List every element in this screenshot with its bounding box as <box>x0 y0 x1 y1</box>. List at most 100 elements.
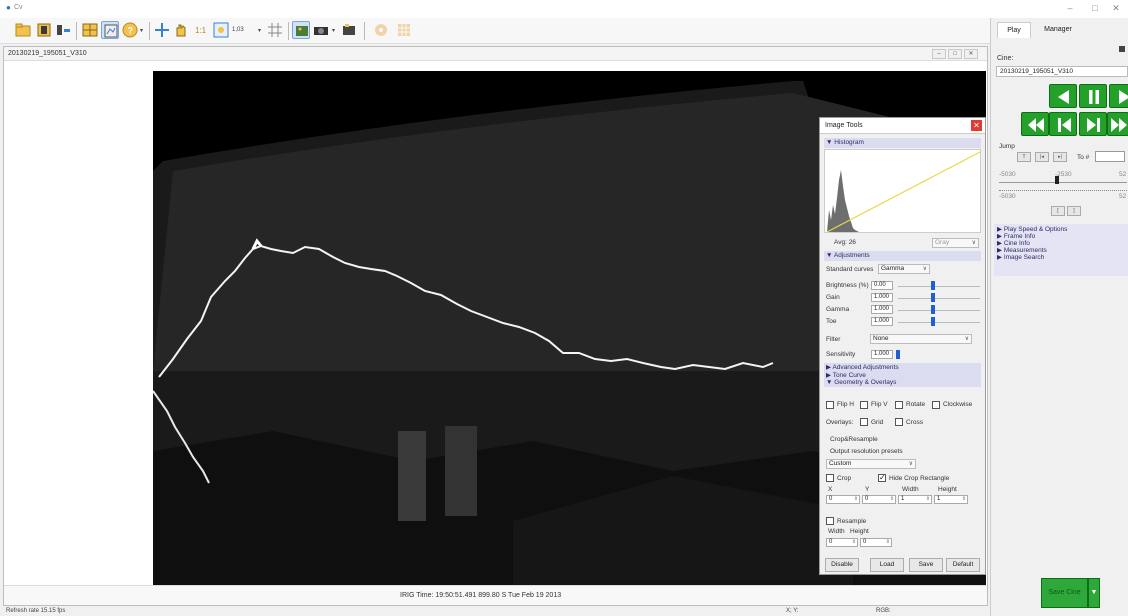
toe-input[interactable]: 1.000 <box>871 317 893 326</box>
filter-select[interactable]: None ∨ <box>870 334 972 344</box>
histogram-section-header[interactable]: ▼ Histogram <box>824 138 981 148</box>
dropdown-arrow-icon[interactable]: ▾ <box>140 27 143 34</box>
resample-width-input[interactable]: 0 ⇳ <box>826 538 858 547</box>
pan-hand-icon[interactable] <box>172 21 190 39</box>
jump-to-input[interactable] <box>1095 151 1125 162</box>
settings-gear-icon[interactable] <box>372 21 390 39</box>
standard-curves-value: Gamma <box>881 265 905 272</box>
image-tools-close-button[interactable]: ✕ <box>971 120 982 131</box>
save-cine-button[interactable]: Save Cine <box>1041 578 1088 608</box>
toe-slider-thumb[interactable] <box>931 317 935 326</box>
geometry-overlays-header[interactable]: ▼ Geometry & Overlays <box>826 379 896 386</box>
default-button[interactable]: Default <box>946 558 980 572</box>
flip-v-checkbox[interactable] <box>860 401 868 409</box>
resample-height-input[interactable]: 0 ⇳ <box>860 538 892 547</box>
jump-trigger-button[interactable]: T <box>1017 152 1031 162</box>
frame-range-slider-thumb[interactable] <box>1055 176 1059 184</box>
grid-settings-icon[interactable] <box>395 21 413 39</box>
spinner-arrows-icon[interactable]: ⇳ <box>962 496 966 503</box>
cross-checkbox[interactable] <box>895 418 903 426</box>
film-strip-icon[interactable] <box>35 21 53 39</box>
grid-overlay-icon[interactable] <box>266 21 284 39</box>
brightness-slider-thumb[interactable] <box>931 281 935 290</box>
tone-curve-header[interactable]: ▶ Tone Curve <box>826 371 866 379</box>
pin-icon[interactable] <box>1119 46 1125 52</box>
crop-checkbox[interactable] <box>826 474 834 482</box>
dropdown-arrow-icon[interactable]: ▾ <box>258 27 261 34</box>
output-preset-select[interactable]: Custom ∨ <box>826 459 916 469</box>
play-forward-button[interactable] <box>1109 84 1128 108</box>
fast-forward-button[interactable] <box>1107 112 1128 136</box>
mark-out-button[interactable]: ] <box>1067 206 1081 216</box>
jump-start-button[interactable]: |◂ <box>1035 152 1049 162</box>
minimize-button[interactable]: – <box>1060 1 1080 15</box>
image-tools-icon[interactable] <box>101 21 119 39</box>
save-cine-dropdown-icon[interactable]: ▼ <box>1088 578 1100 608</box>
frame-range-slider[interactable] <box>999 182 1127 183</box>
cine-select[interactable]: 20130219_195051_V310 <box>996 66 1128 77</box>
image-view-icon[interactable] <box>292 21 310 39</box>
crop-y-input[interactable]: 0 ⇳ <box>862 495 896 504</box>
adjustments-section-header[interactable]: ▼ Adjustments <box>824 251 981 261</box>
gamma-slider[interactable] <box>898 310 980 311</box>
crop-width-input[interactable]: 1 ⇳ <box>898 495 932 504</box>
sensitivity-input[interactable]: 1.000 <box>871 350 893 359</box>
grid-checkbox[interactable] <box>860 418 868 426</box>
load-button[interactable]: Load <box>870 558 904 572</box>
brightness-input[interactable]: 0.00 <box>871 281 893 290</box>
dropdown-arrow-icon[interactable]: ▾ <box>332 27 335 34</box>
gamma-slider-thumb[interactable] <box>931 305 935 314</box>
spinner-arrows-icon[interactable]: ⇳ <box>854 496 858 503</box>
help-icon[interactable]: ? <box>121 21 139 39</box>
close-window-button[interactable]: ✕ <box>1106 1 1126 15</box>
flip-h-checkbox[interactable] <box>826 401 834 409</box>
spinner-arrows-icon[interactable]: ⇳ <box>890 496 894 503</box>
tree-image-search[interactable]: ▶ Image Search <box>997 253 1044 261</box>
grid-layout-icon[interactable] <box>81 21 99 39</box>
spinner-arrows-icon[interactable]: ⇳ <box>886 539 890 546</box>
gamma-input[interactable]: 1.000 <box>871 305 893 314</box>
crop-height-label: Height <box>938 486 957 493</box>
sensitivity-slider-thumb[interactable] <box>896 350 900 359</box>
fit-zoom-icon[interactable] <box>212 21 230 39</box>
crop-x-input[interactable]: 0 ⇳ <box>826 495 860 504</box>
zoom-value: 1,03 <box>232 27 244 33</box>
capture-icon[interactable] <box>340 21 358 39</box>
fast-reverse-button[interactable] <box>1021 112 1049 136</box>
save-button[interactable]: Save <box>909 558 943 572</box>
jump-end-button[interactable]: ▸| <box>1053 152 1067 162</box>
hide-crop-rectangle-checkbox[interactable] <box>878 473 886 482</box>
pause-button[interactable] <box>1079 84 1107 108</box>
gain-slider[interactable] <box>898 298 980 299</box>
doc-restore-button[interactable]: □ <box>948 49 962 59</box>
gain-slider-thumb[interactable] <box>931 293 935 302</box>
open-folder-icon[interactable] <box>14 21 32 39</box>
histogram-channel-select[interactable]: Gray ∨ <box>932 238 979 248</box>
toe-slider[interactable] <box>898 322 980 323</box>
mark-in-button[interactable]: [ <box>1051 206 1065 216</box>
camera-icon[interactable] <box>312 21 330 39</box>
crop-height-input[interactable]: 1 ⇳ <box>934 495 968 504</box>
tab-manager[interactable]: Manager <box>1033 22 1083 38</box>
advanced-adjustments-header[interactable]: ▶ Advanced Adjustments <box>826 363 899 371</box>
frames-icon[interactable] <box>55 21 73 39</box>
brightness-slider[interactable] <box>898 286 980 287</box>
crosshair-icon[interactable] <box>153 21 171 39</box>
doc-minimize-button[interactable]: – <box>932 49 946 59</box>
timeline-track[interactable] <box>999 186 1127 191</box>
maximize-button[interactable]: □ <box>1085 1 1105 15</box>
disable-button[interactable]: Disable <box>825 558 859 572</box>
one-to-one-zoom-icon[interactable]: 1:1 <box>193 21 211 39</box>
spinner-arrows-icon[interactable]: ⇳ <box>852 539 856 546</box>
step-forward-button[interactable] <box>1079 112 1107 136</box>
step-back-button[interactable] <box>1049 112 1077 136</box>
standard-curves-select[interactable]: Gamma ∨ <box>878 264 930 274</box>
clockwise-checkbox[interactable] <box>932 401 940 409</box>
doc-close-button[interactable]: ✕ <box>964 49 978 59</box>
gain-input[interactable]: 1.000 <box>871 293 893 302</box>
tab-play[interactable]: Play <box>997 22 1031 38</box>
resample-checkbox[interactable] <box>826 517 834 525</box>
rotate-checkbox[interactable] <box>895 401 903 409</box>
spinner-arrows-icon[interactable]: ⇳ <box>926 496 930 503</box>
play-reverse-button[interactable] <box>1049 84 1077 108</box>
